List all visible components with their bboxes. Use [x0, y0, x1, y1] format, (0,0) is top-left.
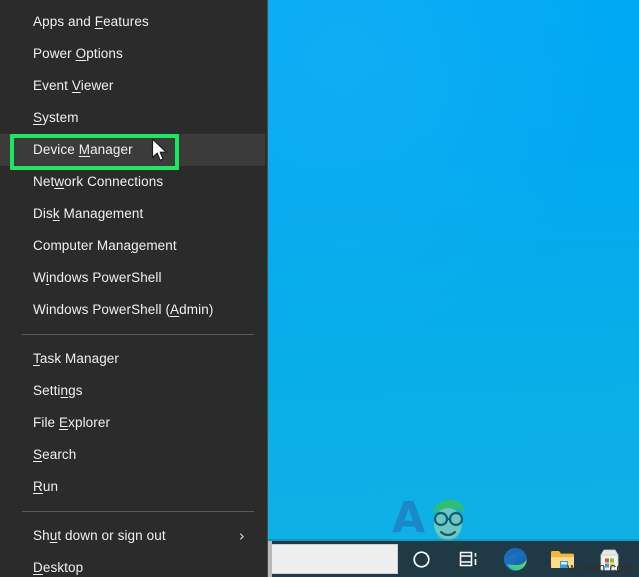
menu-item-label: Computer Management: [33, 238, 177, 253]
menu-item-label: Windows PowerShell (Admin): [33, 302, 214, 317]
menu-item-windows-powershell-admin[interactable]: Windows PowerShell (Admin): [0, 294, 267, 326]
task-view-icon[interactable]: [445, 541, 492, 577]
menu-item-run[interactable]: Run: [0, 471, 267, 503]
winx-quick-link-menu: Apps and Features Power Options Event View…: [0, 0, 268, 577]
menu-item-system[interactable]: System: [0, 102, 267, 134]
menu-item-event-viewer[interactable]: Event Viewer: [0, 70, 267, 102]
menu-item-label: Desktop: [33, 560, 84, 575]
menu-item-label: System: [33, 110, 79, 125]
menu-item-label: Shut down or sign out: [33, 528, 166, 543]
screen-root: APUALS: [0, 0, 639, 577]
menu-item-network-connections[interactable]: Network Connections: [0, 166, 267, 198]
desktop-wallpaper[interactable]: [268, 0, 639, 577]
menu-item-label: Task Manager: [33, 351, 119, 366]
menu-item-shut-down-or-sign-out[interactable]: Shut down or sign out ›: [0, 520, 267, 552]
menu-item-task-manager[interactable]: Task Manager: [0, 343, 267, 375]
menu-separator: [22, 511, 254, 512]
taskbar: wsxdn.com: [268, 541, 639, 577]
taskbar-search-box[interactable]: [270, 544, 398, 574]
menu-item-label: File Explorer: [33, 415, 111, 430]
cortana-icon[interactable]: [398, 541, 445, 577]
menu-item-desktop[interactable]: Desktop: [0, 552, 267, 577]
menu-separator: [22, 334, 254, 335]
chevron-right-icon: ›: [238, 527, 245, 545]
menu-item-label: Run: [33, 479, 59, 494]
menu-item-label: Device Manager: [33, 142, 133, 157]
menu-item-label: Network Connections: [33, 174, 164, 189]
menu-item-label: Power Options: [33, 46, 123, 61]
file-explorer-icon[interactable]: [539, 541, 586, 577]
menu-item-windows-powershell[interactable]: Windows PowerShell: [0, 262, 267, 294]
menu-item-label: Disk Management: [33, 206, 144, 221]
menu-item-file-explorer[interactable]: File Explorer: [0, 407, 267, 439]
microsoft-store-icon[interactable]: [586, 541, 633, 577]
menu-item-label: Search: [33, 447, 77, 462]
menu-item-label: Windows PowerShell: [33, 270, 162, 285]
menu-item-disk-management[interactable]: Disk Management: [0, 198, 267, 230]
menu-item-search[interactable]: Search: [0, 439, 267, 471]
menu-item-power-options[interactable]: Power Options: [0, 38, 267, 70]
menu-item-device-manager[interactable]: Device Manager: [0, 134, 265, 166]
menu-item-label: Settings: [33, 383, 83, 398]
menu-item-settings[interactable]: Settings: [0, 375, 267, 407]
taskbar-left-edge: [268, 541, 272, 577]
menu-item-computer-management[interactable]: Computer Management: [0, 230, 267, 262]
menu-item-label: Apps and Features: [33, 14, 149, 29]
menu-item-label: Event Viewer: [33, 78, 114, 93]
microsoft-edge-icon[interactable]: [492, 541, 539, 577]
menu-item-apps-and-features[interactable]: Apps and Features: [0, 6, 267, 38]
